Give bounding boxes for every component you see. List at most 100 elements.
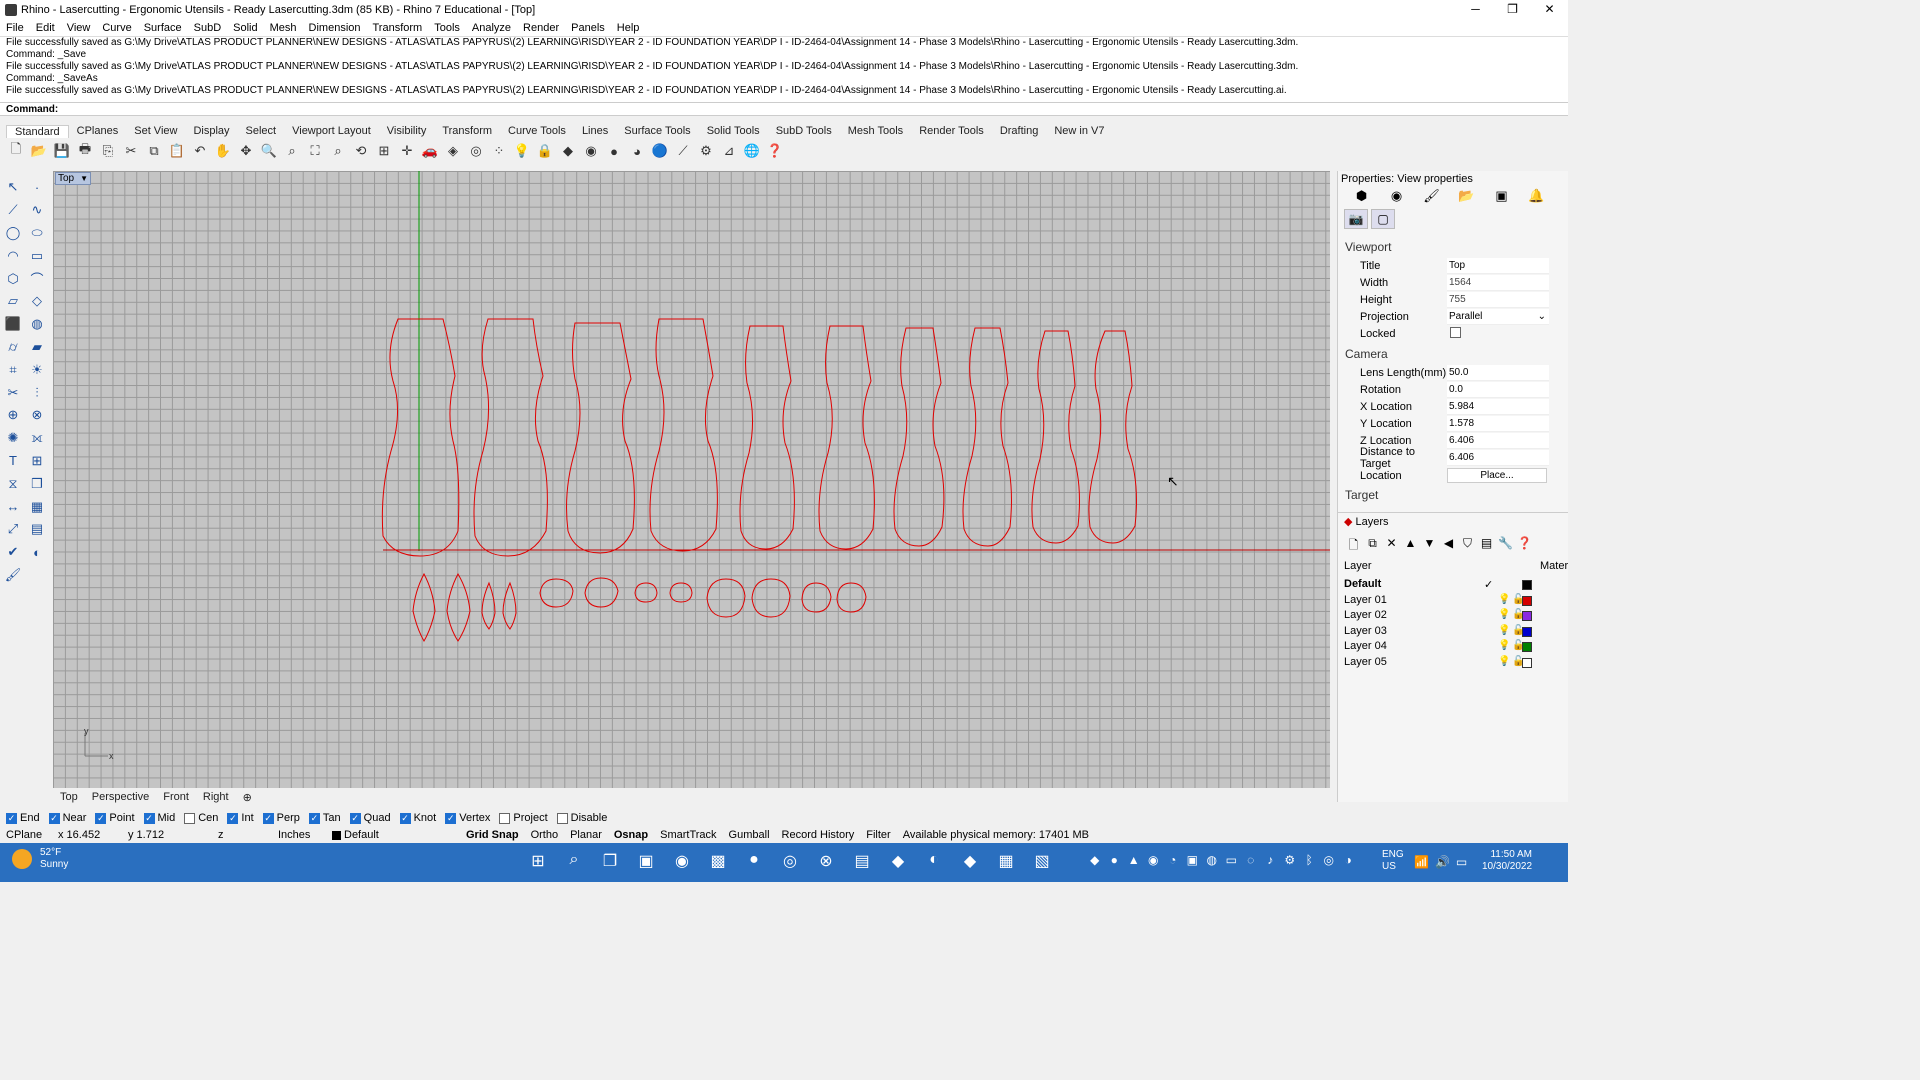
menu-render[interactable]: Render xyxy=(517,22,565,34)
rendered-sphere-icon[interactable]: ◕ xyxy=(627,142,647,160)
teams-icon[interactable]: ▣ xyxy=(628,851,664,871)
text-icon[interactable]: T xyxy=(2,450,24,473)
help-icon[interactable]: ❓ xyxy=(1515,536,1534,557)
polygon-icon[interactable]: ⬡ xyxy=(2,267,24,290)
minimize-button[interactable]: ─ xyxy=(1457,0,1494,19)
tray-app-icon[interactable]: ◍ xyxy=(1202,853,1222,867)
toggle-planar[interactable]: Planar xyxy=(564,829,608,841)
tray-app-icon[interactable]: ⚙ xyxy=(1280,853,1300,867)
tab-solid-tools[interactable]: Solid Tools xyxy=(699,125,768,137)
grid-array-icon[interactable]: ▦ xyxy=(26,495,48,518)
move-down-icon[interactable]: ▼ xyxy=(1420,536,1439,557)
z-location-field[interactable]: 6.406 xyxy=(1447,432,1549,449)
mesh-icon[interactable]: ⌗ xyxy=(2,358,24,381)
four-viewports-icon[interactable]: ⊞ xyxy=(374,142,394,160)
instagram-icon[interactable]: ◎ xyxy=(772,851,808,871)
rotate-view-icon[interactable]: ✥ xyxy=(236,142,256,160)
chrome-icon[interactable]: ◉ xyxy=(664,851,700,871)
tab-mesh-tools[interactable]: Mesh Tools xyxy=(840,125,911,137)
osnap-project[interactable]: Project xyxy=(499,812,548,824)
cplane-icon[interactable]: ◈ xyxy=(443,142,463,160)
cylinder-icon[interactable]: ⌭ xyxy=(2,336,24,359)
blue-sphere-icon[interactable]: 🔵 xyxy=(650,142,670,160)
light-bulb-icon[interactable]: 💡 xyxy=(1498,656,1510,667)
print-icon[interactable]: 🖶 xyxy=(75,141,95,160)
osnap-mid[interactable]: ✓ Mid xyxy=(143,812,175,824)
join-icon[interactable]: ⟗ xyxy=(26,427,48,450)
light-bulb-icon[interactable]: 💡 xyxy=(1498,609,1510,620)
tab-curve-tools[interactable]: Curve Tools xyxy=(500,125,574,137)
curve-icon[interactable]: ∿ xyxy=(26,199,48,222)
tray-app-icon[interactable]: ▲ xyxy=(1124,853,1144,867)
render-icon[interactable]: ◐ xyxy=(26,541,48,564)
osnap-point[interactable]: ✓ Point xyxy=(95,812,135,824)
layer-color-swatch[interactable] xyxy=(1522,627,1532,637)
network-volume-battery[interactable]: 📶 🔊 ▭ xyxy=(1414,855,1467,869)
light-bulb-icon[interactable]: 💡 xyxy=(1498,625,1510,636)
group-icon[interactable]: ⊕ xyxy=(2,404,24,427)
rhino-icon[interactable]: ◆ xyxy=(880,851,916,871)
tab-standard[interactable]: Standard xyxy=(6,124,69,138)
zoom-window-icon[interactable]: ⌕ xyxy=(282,142,302,160)
split-icon[interactable]: ⫶ xyxy=(26,381,48,404)
lens-length-field[interactable]: 50.0 xyxy=(1447,364,1549,381)
osnap-knot[interactable]: ✓ Knot xyxy=(399,812,436,824)
viewport-tab-top[interactable]: Top xyxy=(53,791,85,803)
clock[interactable]: 11:50 AM 10/30/2022 xyxy=(1482,849,1532,873)
loft-icon[interactable]: ◇ xyxy=(26,290,48,313)
osnap-near[interactable]: ✓ Near xyxy=(48,812,86,824)
tray-app-icon[interactable]: ♪ xyxy=(1261,853,1281,867)
extrude-icon[interactable]: ▰ xyxy=(26,336,48,359)
tab-viewport-layout[interactable]: Viewport Layout xyxy=(284,125,379,137)
toggle-ortho[interactable]: Ortho xyxy=(525,829,565,841)
options-gear-icon[interactable]: ⚙ xyxy=(696,142,716,160)
chevron-down-icon[interactable]: ⌄ xyxy=(1538,309,1546,325)
toggle-gumball[interactable]: Gumball xyxy=(723,829,776,841)
layer-color-swatch[interactable] xyxy=(1522,611,1532,621)
chevron-down-icon[interactable]: ▼ xyxy=(80,174,88,183)
layer-row-01[interactable]: Layer 01 💡 🔓 xyxy=(1344,594,1564,609)
top-viewport[interactable]: y x Top ▼ xyxy=(53,171,1330,788)
menu-analyze[interactable]: Analyze xyxy=(466,22,517,34)
menu-solid[interactable]: Solid xyxy=(227,22,263,34)
material-icon[interactable]: ◆ xyxy=(558,142,578,160)
new-sublayer-icon[interactable]: ⧉ xyxy=(1363,536,1382,557)
x-location-field[interactable]: 5.984 xyxy=(1447,398,1549,415)
viewport-tab-front[interactable]: Front xyxy=(156,791,196,803)
render-car-icon[interactable]: 🚗 xyxy=(420,142,440,160)
save-icon[interactable]: 💾 xyxy=(52,142,72,160)
rotation-field[interactable]: 0.0 xyxy=(1447,381,1549,398)
tab-drafting[interactable]: Drafting xyxy=(992,125,1047,137)
camera-icon[interactable]: 📷 xyxy=(1344,209,1368,229)
layer-row-04[interactable]: Layer 04 💡 🔓 xyxy=(1344,640,1564,655)
menu-file[interactable]: File xyxy=(0,22,30,34)
bluetooth-icon[interactable]: ᛒ xyxy=(1300,853,1320,867)
delete-layer-icon[interactable]: ✕ xyxy=(1382,536,1401,557)
points-on-icon[interactable]: ⁘ xyxy=(489,142,509,160)
libraries-icon[interactable]: ▣ xyxy=(1484,188,1519,204)
osnap-tan[interactable]: ✓ Tan xyxy=(308,812,341,824)
y-location-field[interactable]: 1.578 xyxy=(1447,415,1549,432)
trim-icon[interactable]: ✂ xyxy=(2,381,24,404)
place-button[interactable]: Place... xyxy=(1447,468,1547,483)
search-icon[interactable]: ⌕ xyxy=(556,851,592,871)
illustrator-icon[interactable]: ▧ xyxy=(1024,851,1060,871)
tab-subd-tools[interactable]: SubD Tools xyxy=(768,125,840,137)
osnap-int[interactable]: ✓ Int xyxy=(227,812,254,824)
zoom-extents-icon[interactable]: ⛶ xyxy=(305,142,325,160)
menu-dimension[interactable]: Dimension xyxy=(303,22,367,34)
menu-help[interactable]: Help xyxy=(611,22,646,34)
copy-icon[interactable]: ⧉ xyxy=(144,142,164,160)
tray-app-icon[interactable]: ◉ xyxy=(1144,853,1164,867)
select-arrow-icon[interactable]: ↖ xyxy=(2,176,24,199)
tab-cplanes[interactable]: CPlanes xyxy=(69,125,127,137)
move-to-parent-icon[interactable]: ◀ xyxy=(1439,536,1458,557)
toggle-grid-snap[interactable]: Grid Snap xyxy=(460,829,525,841)
layout-icon[interactable]: ▤ xyxy=(26,518,48,541)
light-bulb-icon[interactable]: 💡 xyxy=(1498,640,1510,651)
osnap-quad[interactable]: ✓ Quad xyxy=(349,812,391,824)
dimension-icon[interactable]: ⟋ xyxy=(673,142,693,160)
object-properties-icon[interactable]: ⬢ xyxy=(1344,188,1379,204)
layer-row-02[interactable]: Layer 02 💡 🔓 xyxy=(1344,609,1564,624)
layer-states-icon[interactable]: ▤ xyxy=(1477,536,1496,557)
